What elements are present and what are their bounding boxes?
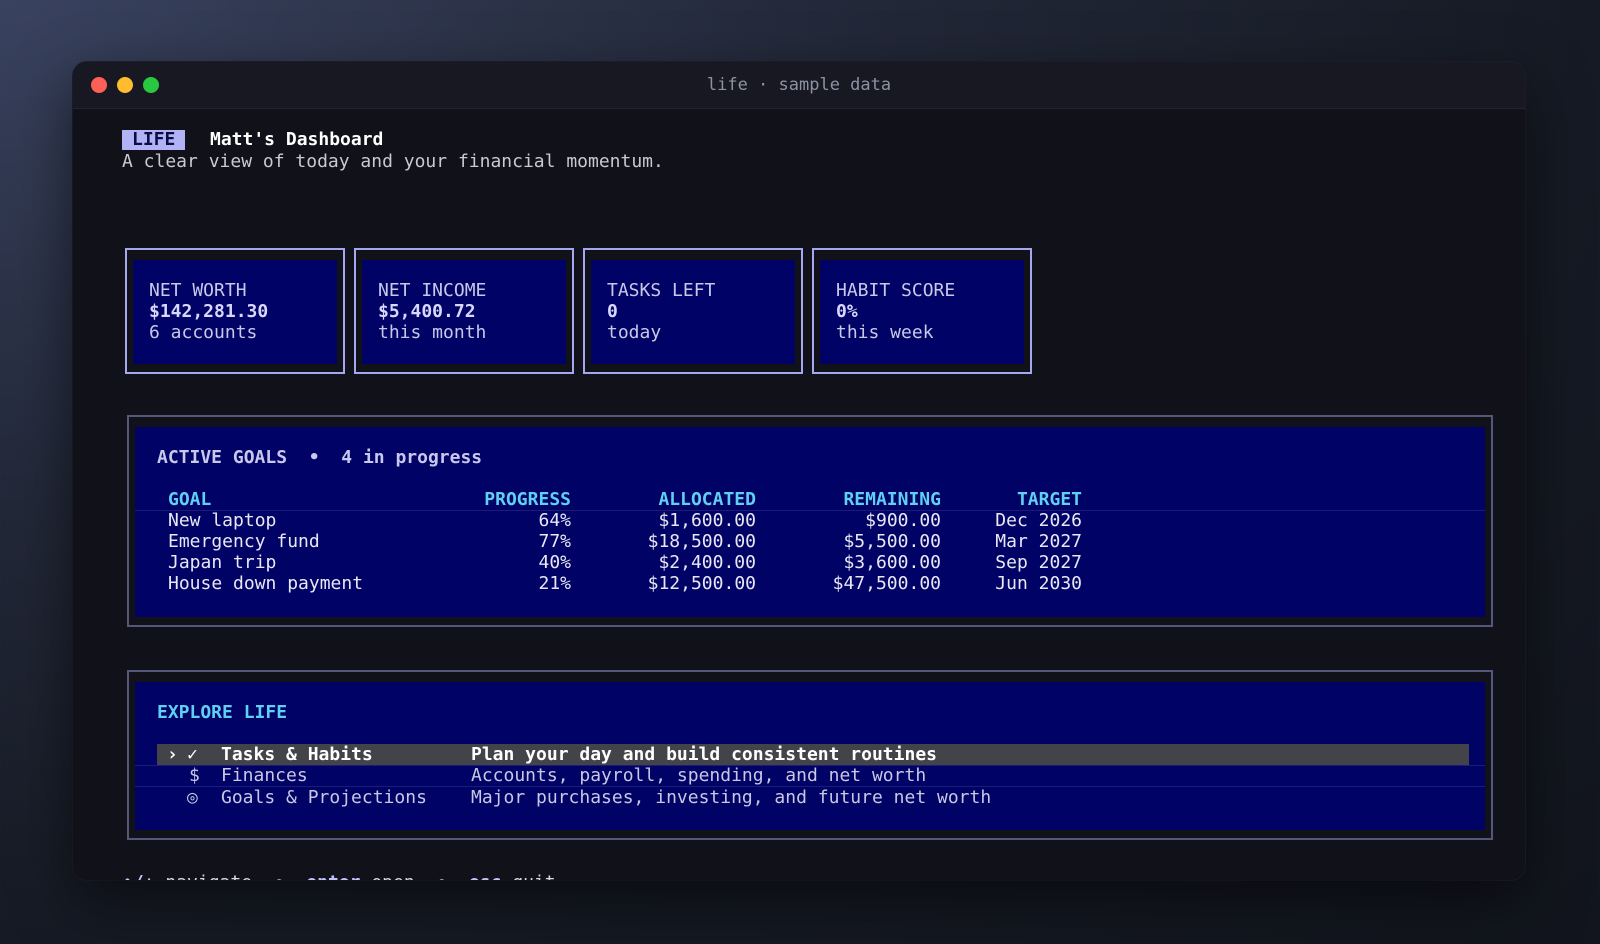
card-label: NET INCOME — [378, 280, 487, 301]
enter-key: enter — [306, 872, 360, 880]
goal-remaining: $3,600.00 — [843, 552, 941, 573]
card-sub: today — [607, 322, 662, 343]
open-hint-label: open — [371, 872, 414, 880]
column-header-remaining: REMAINING — [843, 489, 941, 510]
menu-item-description: Plan your day and build consistent routi… — [471, 744, 937, 765]
nav-hint-label: navigate — [165, 872, 252, 880]
goal-remaining: $900.00 — [865, 510, 941, 531]
goal-allocated: $18,500.00 — [647, 531, 756, 552]
check-icon: ✓ — [187, 744, 198, 765]
card-value: $5,400.72 — [378, 301, 476, 322]
goal-progress: 64% — [538, 510, 571, 531]
window-title: life · sample data — [706, 75, 892, 95]
goal-allocated: $12,500.00 — [647, 573, 756, 594]
stat-card-net-worth: NET WORTH $142,281.30 6 accounts — [125, 248, 345, 374]
goal-progress: 40% — [538, 552, 571, 573]
goal-remaining: $47,500.00 — [832, 573, 941, 594]
column-header-target: TARGET — [1016, 489, 1082, 510]
goal-progress: 21% — [538, 573, 571, 594]
card-value: 0 — [607, 301, 618, 322]
goal-remaining: $5,500.00 — [843, 531, 941, 552]
explore-panel: EXPLORE LIFE › ✓ Tasks & Habits Plan you… — [127, 670, 1493, 840]
title-separator: • — [308, 447, 320, 468]
goal-name: New laptop — [168, 510, 277, 531]
explore-title: EXPLORE LIFE — [157, 702, 288, 723]
terminal-window: life · sample data LIFE Matt's Dashboard… — [73, 62, 1525, 880]
goals-count: 4 in progress — [341, 447, 483, 468]
page-subtitle: A clear view of today and your financial… — [122, 151, 664, 172]
menu-item-label: Finances — [221, 765, 308, 786]
card-value: 0% — [836, 301, 858, 322]
quit-hint-label: quit — [512, 872, 555, 880]
goal-progress: 77% — [538, 531, 571, 552]
app-badge: LIFE — [122, 130, 186, 150]
goal-target: Jun 2030 — [995, 573, 1082, 594]
stat-card-net-income: NET INCOME $5,400.72 this month — [354, 248, 574, 374]
goal-allocated: $2,400.00 — [658, 552, 756, 573]
keybinding-hints: ↑/↓ navigate • enter open • esc quit — [122, 872, 556, 880]
card-sub: this month — [378, 322, 487, 343]
menu-item-description: Accounts, payroll, spending, and net wor… — [471, 765, 927, 786]
card-value: $142,281.30 — [149, 301, 269, 322]
stat-card-habit-score: HABIT SCORE 0% this week — [812, 248, 1032, 374]
selection-cursor-icon: › — [167, 744, 178, 765]
column-header-goal: GOAL — [168, 489, 212, 510]
column-header-progress: PROGRESS — [484, 489, 571, 510]
goal-allocated: $1,600.00 — [658, 510, 756, 531]
goal-target: Mar 2027 — [995, 531, 1082, 552]
goal-target: Dec 2026 — [995, 510, 1082, 531]
dollar-icon: $ — [189, 765, 200, 786]
menu-item-description: Major purchases, investing, and future n… — [471, 787, 992, 808]
goal-target: Sep 2027 — [995, 552, 1082, 573]
target-icon: ◎ — [187, 787, 198, 808]
app-content: LIFE Matt's Dashboard A clear view of to… — [73, 108, 1525, 880]
goal-name: House down payment — [168, 573, 364, 594]
hint-separator: • — [436, 872, 447, 880]
card-sub: 6 accounts — [149, 322, 258, 343]
card-label: NET WORTH — [149, 280, 247, 301]
card-sub: this week — [836, 322, 934, 343]
goal-name: Emergency fund — [168, 531, 320, 552]
stat-card-tasks-left: TASKS LEFT 0 today — [583, 248, 803, 374]
card-label: HABIT SCORE — [836, 280, 956, 301]
esc-key: esc — [469, 872, 502, 880]
menu-item-label: Goals & Projections — [221, 787, 427, 808]
page-title: Matt's Dashboard — [210, 129, 384, 150]
hint-separator: • — [274, 872, 285, 880]
title-bar: life · sample data — [73, 62, 1525, 109]
goals-title: ACTIVE GOALS • 4 in progress — [157, 447, 482, 468]
arrow-keys-icon: ↑/↓ — [122, 872, 155, 880]
goal-name: Japan trip — [168, 552, 277, 573]
active-goals-panel: ACTIVE GOALS • 4 in progress GOAL PROGRE… — [127, 415, 1493, 627]
card-label: TASKS LEFT — [607, 280, 716, 301]
goals-title-text: ACTIVE GOALS — [157, 447, 288, 468]
column-header-allocated: ALLOCATED — [658, 489, 756, 510]
menu-item-label: Tasks & Habits — [221, 744, 373, 765]
